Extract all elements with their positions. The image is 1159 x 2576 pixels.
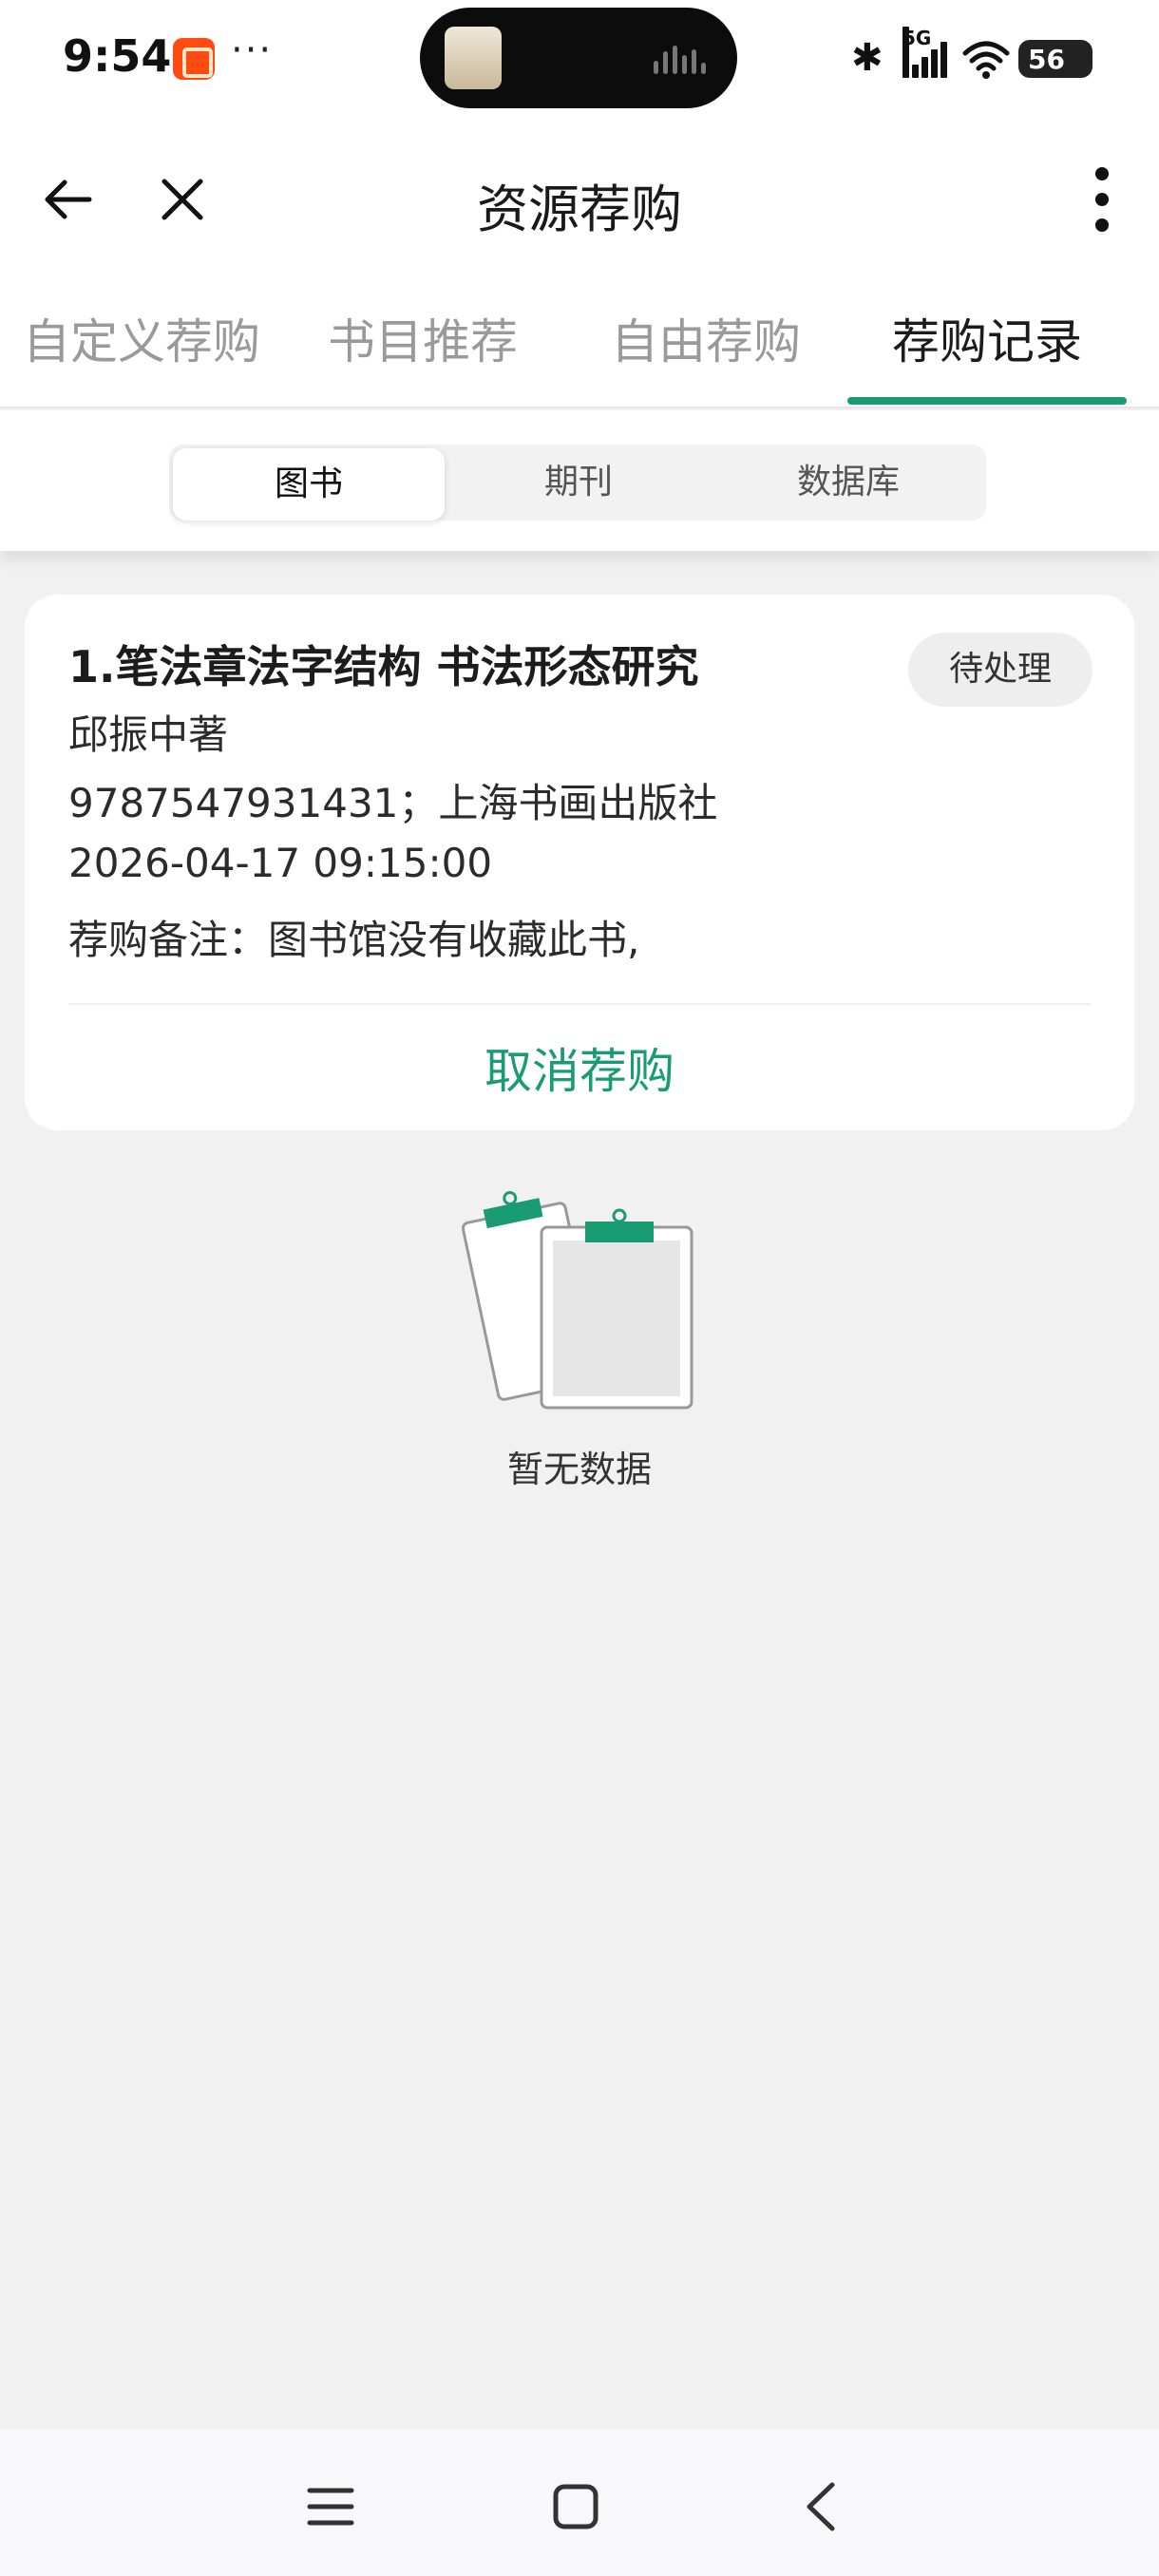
record-isbn-publisher: 9787547931431；上海书画出版社 <box>68 780 718 826</box>
wifi-icon <box>961 38 1010 80</box>
network-type-label: 5G <box>902 27 931 78</box>
recent-apps-button[interactable] <box>293 2473 369 2540</box>
segment-databases[interactable]: 数据库 <box>712 445 984 521</box>
tab-free-recommend[interactable]: 自由荐购 <box>608 304 804 408</box>
back-chevron-icon <box>807 2482 835 2531</box>
dynamic-island[interactable] <box>420 8 737 108</box>
home-square-icon <box>553 2484 598 2529</box>
segment-bar: 图书 期刊 数据库 <box>0 410 1159 551</box>
more-vertical-icon <box>1095 167 1109 232</box>
segment-journals[interactable]: 期刊 <box>443 445 714 521</box>
home-button[interactable] <box>538 2473 614 2540</box>
segment-books[interactable]: 图书 <box>173 448 445 521</box>
cancel-recommend-button[interactable]: 取消荐购 <box>25 1028 1134 1115</box>
menu-icon <box>307 2488 354 2526</box>
system-back-button[interactable] <box>783 2473 859 2540</box>
battery-icon: 56 <box>1018 40 1092 78</box>
page-title: 资源荐购 <box>477 180 682 239</box>
app-header: 资源荐购 <box>0 123 1159 275</box>
record-author: 邱振中著 <box>68 711 229 758</box>
status-bar: 9:54 ··· 5G <box>0 0 1159 123</box>
status-badge: 待处理 <box>908 633 1092 707</box>
record-note: 荐购备注：图书馆没有收藏此书, <box>68 917 640 963</box>
audio-wave-icon <box>654 46 707 74</box>
signal-icon: 5G <box>902 27 947 80</box>
status-more-indicator: ··· <box>231 28 274 72</box>
app-screen: 9:54 ··· 5G <box>0 0 1159 2576</box>
tab-bar: 自定义荐购 书目推荐 自由荐购 荐购记录 <box>0 275 1159 408</box>
battery-level: 56 <box>1028 43 1065 75</box>
empty-state-text: 暂无数据 <box>506 1449 652 1490</box>
record-title: 1.笔法章法字结构 书法形态研究 <box>68 641 699 692</box>
bluetooth-icon <box>847 36 889 80</box>
tab-custom-recommend[interactable]: 自定义荐购 <box>19 304 264 408</box>
status-icons: 5G 56 <box>847 27 1092 85</box>
empty-clipboard-icon <box>462 1190 694 1410</box>
tab-catalog-recommend[interactable]: 书目推荐 <box>325 304 521 408</box>
card-divider <box>68 1003 1091 1005</box>
record-datetime: 2026-04-17 09:15:00 <box>68 840 493 886</box>
media-thumbnail-icon <box>445 27 502 89</box>
record-card: 1.笔法章法字结构 书法形态研究 待处理 邱振中著 9787547931431；… <box>25 595 1134 1130</box>
system-nav-bar <box>0 2430 1159 2576</box>
status-time: 9:54 <box>63 30 172 82</box>
taobao-app-icon <box>173 38 215 80</box>
more-options-button[interactable] <box>1064 161 1140 237</box>
tab-recommend-records[interactable]: 荐购记录 <box>847 304 1127 408</box>
type-segmented-control: 图书 期刊 数据库 <box>169 445 986 521</box>
